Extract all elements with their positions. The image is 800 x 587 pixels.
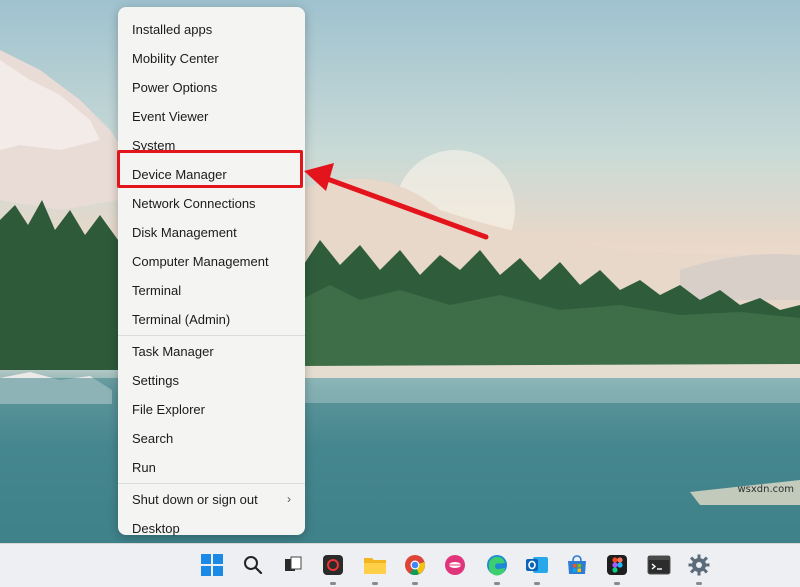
- media-app-icon[interactable]: [318, 550, 348, 585]
- menu-item-file-explorer[interactable]: File Explorer: [118, 395, 305, 424]
- menu-item-label: Computer Management: [132, 254, 269, 269]
- taskbar: [0, 543, 800, 587]
- edge-icon[interactable]: [482, 550, 512, 585]
- menu-item-label: Run: [132, 460, 156, 475]
- running-indicator: [614, 582, 620, 585]
- menu-item-computer-management[interactable]: Computer Management: [118, 247, 305, 276]
- task-view-icon[interactable]: [278, 550, 308, 580]
- menu-item-settings[interactable]: Settings: [118, 366, 305, 395]
- menu-item-search[interactable]: Search: [118, 424, 305, 453]
- menu-item-shut-down-or-sign-out[interactable]: Shut down or sign out ›: [118, 485, 305, 514]
- chevron-right-icon: ›: [287, 492, 291, 506]
- menu-item-desktop[interactable]: Desktop: [118, 514, 305, 543]
- running-indicator: [372, 582, 378, 585]
- menu-item-installed-apps[interactable]: Installed apps: [118, 15, 305, 44]
- menu-item-network-connections[interactable]: Network Connections: [118, 189, 305, 218]
- running-indicator: [412, 582, 418, 585]
- running-indicator: [330, 582, 336, 585]
- terminal-icon[interactable]: [644, 550, 674, 580]
- lips-app-icon[interactable]: [440, 550, 470, 580]
- menu-item-label: Shut down or sign out: [132, 492, 258, 507]
- windows-start-icon[interactable]: [197, 550, 227, 580]
- menu-item-label: Settings: [132, 373, 179, 388]
- chrome-icon[interactable]: [400, 550, 430, 585]
- menu-item-label: Mobility Center: [132, 51, 219, 66]
- menu-item-run[interactable]: Run: [118, 453, 305, 482]
- menu-item-label: Event Viewer: [132, 109, 209, 124]
- figma-icon[interactable]: [602, 550, 632, 585]
- file-explorer-icon[interactable]: [360, 550, 390, 585]
- highlight-box: [117, 150, 303, 188]
- menu-item-label: Search: [132, 431, 174, 446]
- watermark-text: wsxdn.com: [737, 484, 794, 495]
- menu-item-event-viewer[interactable]: Event Viewer: [118, 102, 305, 131]
- menu-item-label: Desktop: [132, 521, 180, 536]
- settings-icon[interactable]: [684, 550, 714, 585]
- search-icon[interactable]: [238, 550, 268, 580]
- annotation-arrow-icon: [304, 163, 489, 240]
- winx-context-menu: Installed apps Mobility Center Power Opt…: [118, 7, 305, 536]
- menu-item-label: Task Manager: [132, 344, 214, 359]
- running-indicator: [696, 582, 702, 585]
- menu-item-label: Terminal (Admin): [132, 312, 231, 327]
- microsoft-store-icon[interactable]: [562, 550, 592, 580]
- menu-item-label: Terminal: [132, 283, 182, 298]
- menu-item-terminal[interactable]: Terminal: [118, 276, 305, 305]
- outlook-icon[interactable]: [522, 550, 552, 585]
- menu-item-label: Disk Management: [132, 225, 237, 240]
- menu-item-label: Installed apps: [132, 22, 213, 37]
- menu-item-label: File Explorer: [132, 402, 205, 417]
- menu-item-label: Network Connections: [132, 196, 256, 211]
- menu-item-terminal-admin[interactable]: Terminal (Admin): [118, 305, 305, 334]
- menu-item-task-manager[interactable]: Task Manager: [118, 337, 305, 366]
- menu-item-mobility-center[interactable]: Mobility Center: [118, 44, 305, 73]
- menu-item-power-options[interactable]: Power Options: [118, 73, 305, 102]
- running-indicator: [494, 582, 500, 585]
- running-indicator: [534, 582, 540, 585]
- menu-item-disk-management[interactable]: Disk Management: [118, 218, 305, 247]
- menu-item-label: Power Options: [132, 80, 218, 95]
